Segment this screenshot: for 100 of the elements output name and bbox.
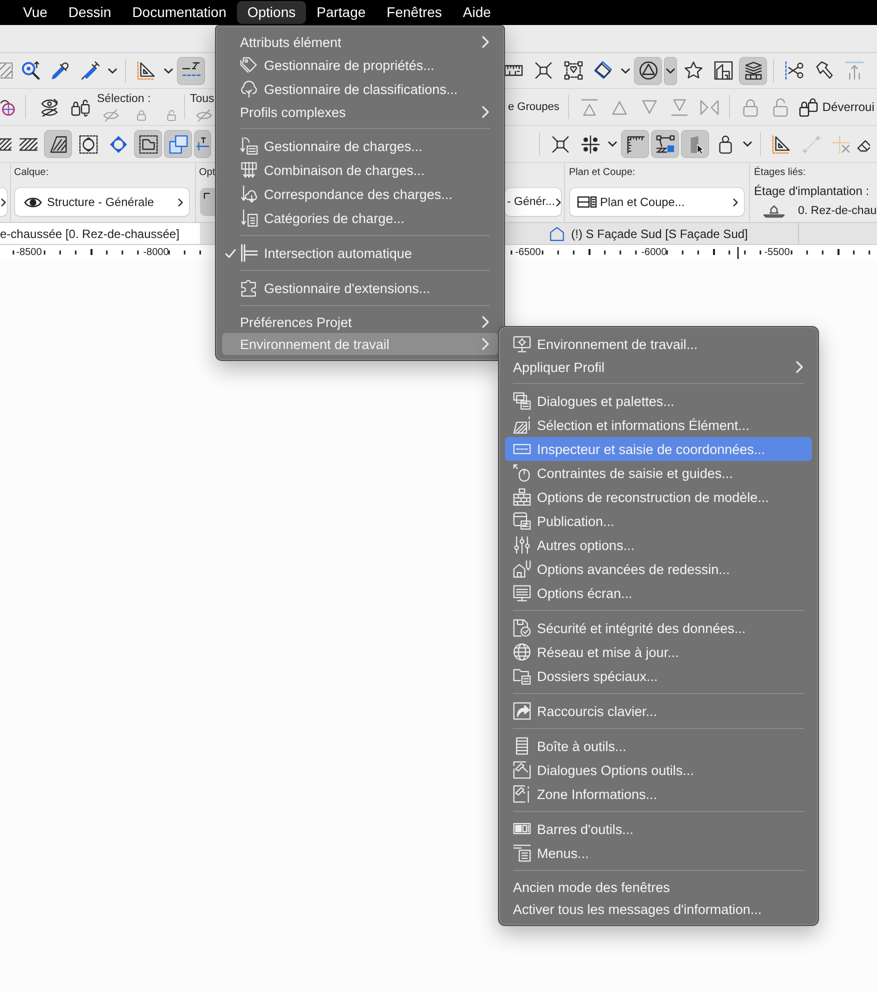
hidden-eye-icon [196, 109, 212, 122]
view-tab[interactable]: e-chaussée [0. Rez-de-chaussée] [0, 223, 200, 244]
menu-item[interactable]: Publication... [505, 509, 812, 533]
story-value: 0. Rez-de-chau [798, 205, 877, 217]
menu-item[interactable]: Ancien mode des fenêtres [505, 876, 812, 898]
dropdown[interactable]: Structure - Générale [15, 188, 189, 216]
menu-bar-item[interactable]: Dessin [58, 1, 122, 24]
menu-item[interactable]: Catégories de charge... [222, 206, 498, 230]
menu-item[interactable]: Inspecteur et saisie de coordonnées... [505, 437, 812, 461]
load-list-icon [240, 137, 258, 155]
menu-item[interactable]: Activer tous les messages d'information... [505, 898, 812, 920]
tool-button[interactable] [681, 130, 709, 158]
rotated-square-icon [594, 61, 612, 80]
dropdown[interactable]: - Génér... [505, 188, 561, 216]
menu-item[interactable]: Sécurité et intégrité des données... [505, 616, 812, 640]
lock-icon [740, 98, 760, 116]
menu-item[interactable]: Environnement de travail [222, 333, 498, 355]
menu-item[interactable]: Préférences Projet [222, 311, 498, 333]
toolbar-caption: Tous [190, 92, 214, 106]
tool-button[interactable] [739, 56, 767, 84]
dimension-icon [196, 134, 209, 154]
menu-item[interactable]: Boîte à outils... [505, 734, 812, 758]
menu-item[interactable]: Dialogues et palettes... [505, 389, 812, 413]
puzzle-icon [240, 279, 258, 297]
load-category-icon [240, 209, 258, 227]
menu-item[interactable]: Correspondance des charges... [222, 182, 498, 206]
unlock-icon [770, 98, 790, 116]
menu-item[interactable]: Dialogues Options outils... [505, 758, 812, 782]
menu-item[interactable]: Options écran... [505, 581, 812, 605]
dropdown[interactable]: Plan et Coupe... [570, 188, 744, 216]
menu-bar-item[interactable]: Fenêtres [376, 1, 452, 24]
tool-button[interactable] [134, 130, 162, 158]
chevron-icon [1, 198, 6, 206]
tool-button[interactable] [621, 130, 649, 158]
node-cross-icon [534, 61, 552, 80]
tool-button[interactable] [634, 56, 662, 84]
menu-item[interactable]: Gestionnaire d'extensions... [222, 276, 498, 300]
dashed-frame-icon [138, 134, 158, 154]
story-label: Étage d'implantation : [754, 183, 870, 199]
intersection-icon [240, 244, 258, 262]
eye-arrows-icon [40, 98, 58, 116]
menu-item[interactable]: Gestionnaire de propriétés... [222, 53, 498, 77]
menu-item[interactable]: Options de reconstruction de modèle... [505, 485, 812, 509]
menu-item[interactable]: Raccourcis clavier... [505, 699, 812, 723]
menu-item[interactable]: Environnement de travail... [505, 332, 812, 356]
menu-item[interactable]: Gestionnaire de classifications... [222, 77, 498, 101]
dashed-line-icon [802, 134, 820, 154]
menu-item[interactable]: Combinaison de charges... [222, 158, 498, 182]
menu-bar-item[interactable]: Partage [306, 1, 376, 24]
menu-item[interactable]: Contraintes de saisie et guides... [505, 461, 812, 485]
menu-item[interactable]: Réseau et mise à jour... [505, 640, 812, 664]
menu-item[interactable]: Menus... [505, 841, 812, 865]
menu-item[interactable]: Profils complexes [222, 101, 498, 123]
mouse-icon [513, 464, 531, 482]
selection-frame-icon [564, 61, 582, 80]
menu-item[interactable]: Options avancées de redessin... [505, 557, 812, 581]
caret-icon [743, 141, 752, 147]
set-square-icon [136, 61, 156, 80]
node-edit-icon [656, 134, 674, 154]
monitor-gear-icon [513, 335, 531, 353]
menu-item[interactable]: Dossiers spéciaux... [505, 664, 812, 688]
menu-item[interactable]: Intersection automatique [222, 241, 498, 265]
cross-mark-icon [832, 134, 850, 154]
menu-item[interactable]: Sélection et informations Élément... [505, 413, 812, 437]
menu-item[interactable]: Barres d'outils... [505, 817, 812, 841]
menu-bar-item[interactable]: Vue [12, 1, 58, 24]
menu-item[interactable]: Zone Informations... [505, 782, 812, 806]
tool-button[interactable] [177, 56, 205, 84]
grid-points-icon [580, 134, 600, 154]
menu-item[interactable]: Autres options... [505, 533, 812, 557]
tool-button[interactable] [651, 130, 679, 158]
overlapping-squares-icon [168, 134, 188, 154]
menu-bar-item[interactable]: Documentation [122, 1, 237, 24]
dropdown-arrow-button[interactable] [664, 56, 677, 84]
dropdown-field[interactable] [0, 188, 7, 216]
tree-icon [240, 80, 258, 98]
globe-icon [513, 643, 531, 661]
menu-item[interactable]: Appliquer Profil [505, 356, 812, 378]
menu-bar-item[interactable]: Aide [452, 1, 502, 24]
brick-wall-icon [513, 488, 531, 506]
option-button[interactable] [200, 188, 216, 216]
align-bottom-triangle-icon [670, 98, 689, 116]
lock-icon [136, 110, 146, 121]
menu-item[interactable]: Gestionnaire de charges... [222, 134, 498, 158]
menu-bar-item[interactable]: Options [236, 1, 306, 24]
menu-item[interactable]: Attributs élément [222, 31, 498, 53]
unlock-icon [166, 110, 176, 121]
unlock-button[interactable]: Déverroui [796, 93, 874, 121]
scissors-icon [784, 61, 804, 80]
chevron-icon [178, 198, 183, 206]
ruler-label: -6000 [641, 246, 667, 260]
group-button[interactable]: e Groupes [505, 93, 562, 121]
hatched-square-icon [0, 61, 14, 80]
set-square-icon [772, 134, 790, 154]
tool-button[interactable] [44, 130, 72, 158]
caret-icon [164, 68, 173, 74]
load-combination-icon [240, 161, 258, 179]
target-icon [0, 98, 16, 116]
section-caption: Opt [199, 166, 215, 180]
caret-icon [666, 68, 675, 74]
